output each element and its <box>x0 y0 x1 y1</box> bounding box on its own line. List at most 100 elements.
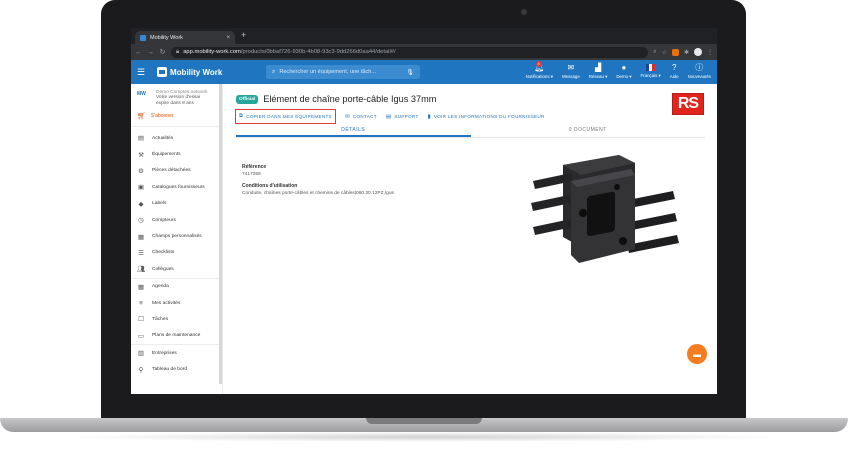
laptop-base <box>0 418 848 451</box>
sidebar-item-checklists[interactable]: ☰ Checklists <box>131 245 222 261</box>
app-logo[interactable]: Mobility Work <box>157 67 222 77</box>
browser-tab[interactable]: Mobility Work × <box>135 31 235 44</box>
info-icon: ⓘ <box>695 63 704 72</box>
sidebar-item-entreprises[interactable]: ▥ Entreprises <box>131 345 222 361</box>
notifications-button[interactable]: 🔔︎ 4 Notifications ▾ <box>526 61 553 80</box>
sidebar-item-catalogues[interactable]: ▣ Catalogues fournisseurs <box>131 179 222 195</box>
message-button[interactable]: ✉︎ Message <box>562 63 580 79</box>
sidebar-item-agenda[interactable]: ▦ Agenda <box>131 279 222 295</box>
trial-text-2: expire dans 8 ans <box>156 101 194 106</box>
counter-icon: ◷ <box>138 217 144 225</box>
microphone-icon[interactable]: 🎙︎ <box>406 69 414 76</box>
chat-bubble-icon: ▬ <box>693 349 701 359</box>
product-tabs: DÉTAILS 0 DOCUMENT <box>236 124 705 138</box>
cart-icon: 🛒︎ <box>137 113 146 120</box>
language-button[interactable]: Français ▾ <box>641 63 661 79</box>
chat-icon: ▤ <box>385 113 392 120</box>
sidebar: MW Demo Comptes network Votre version d'… <box>131 84 223 394</box>
activities-icon: ≡ <box>139 299 143 307</box>
tab-close-icon[interactable]: × <box>226 35 230 41</box>
colleagues-icon: 👥︎ <box>137 266 146 274</box>
profile-avatar[interactable] <box>694 48 702 56</box>
tab-documents[interactable]: 0 DOCUMENT <box>471 124 706 137</box>
equipment-icon: ⚒ <box>138 151 144 159</box>
factory-icon: ▟ <box>595 63 602 72</box>
sidebar-item-tableau[interactable]: ⚲ Tableau de bord <box>131 361 222 377</box>
label-icon: ◆ <box>138 200 144 208</box>
tasks-icon: ☐ <box>138 316 144 324</box>
tab-title: Mobility Work <box>150 34 183 41</box>
url-bar[interactable]: 🔒︎ app.mobility-work.com/products/0bbaf7… <box>171 46 649 58</box>
custom-fields-icon: ▦ <box>137 233 145 241</box>
url-text: app.mobility-work.com/products/0bbaf726-… <box>183 49 396 55</box>
zoom-icon[interactable]: ⌕ <box>653 49 656 56</box>
sidebar-item-compteurs[interactable]: ◷ Compteurs <box>131 212 222 228</box>
help-icon: ? <box>671 63 677 72</box>
product-details: Référence 7417359 Conditions d'utilisati… <box>242 164 462 202</box>
chat-widget-button[interactable]: ▬ <box>687 344 707 364</box>
sidebar-item-taches[interactable]: ☐ Tâches <box>131 311 222 327</box>
sidebar-scrollbar[interactable] <box>219 84 222 384</box>
favicon-icon <box>140 34 146 41</box>
notifications-badge: 4 <box>535 61 542 67</box>
new-tab-button[interactable]: + <box>241 30 246 40</box>
sidebar-item-actualites[interactable]: ▤ Actualités <box>131 130 222 146</box>
user-menu-button[interactable]: ● Demo ▾ <box>616 63 631 80</box>
contact-button[interactable]: ✉︎ CONTACT <box>345 114 377 120</box>
catalog-icon: ▣ <box>137 184 145 192</box>
supplier-info-button[interactable]: ▮ VOIR LES INFORMATIONS DU FOURNISSEUR <box>428 114 545 120</box>
camera-dot <box>521 9 527 15</box>
news-button[interactable]: ⓘ Nouveautés <box>688 63 711 79</box>
news-icon: ▤ <box>137 135 145 143</box>
reference-value: 7417359 <box>242 172 261 177</box>
official-badge: Official <box>236 94 259 104</box>
mobility-work-logo-icon <box>157 67 167 77</box>
parts-icon: ⚙ <box>138 167 144 175</box>
help-button[interactable]: ? Aide <box>670 63 679 79</box>
french-flag-icon <box>646 64 656 71</box>
sidebar-item-collegues[interactable]: 👥︎ Collègues <box>131 261 222 277</box>
sidebar-item-pieces[interactable]: ⚙ Pièces détachées <box>131 163 222 179</box>
puzzle-icon[interactable]: ✱ <box>684 49 689 56</box>
screen: Mobility Work × + ← → ↻ 🔒︎ app.mobility-… <box>131 28 717 394</box>
sidebar-item-plans[interactable]: ▭ Plans de maintenance <box>131 328 222 344</box>
app-header: ☰ Mobility Work ⌕ Rechercher un équipeme… <box>131 60 717 84</box>
lock-icon: 🔒︎ <box>176 48 180 55</box>
extension-icon[interactable] <box>671 48 679 56</box>
company-logo: MW <box>137 91 146 97</box>
maintenance-plan-icon: ▭ <box>137 332 145 340</box>
sidebar-item-champs[interactable]: ▦ Champs personnalisés <box>131 228 222 244</box>
sidebar-item-labels[interactable]: ◆ Labels <box>131 196 222 212</box>
copy-icon: ⧉ <box>239 113 244 119</box>
search-placeholder: Rechercher un équipement, une tâch... <box>279 69 377 75</box>
main-content: Official Elément de chaîne porte-câble I… <box>223 84 717 394</box>
page-title: Elément de chaîne porte-câble Igus 37mm <box>263 94 437 104</box>
conditions-label: Conditions d'utilisation <box>242 183 298 189</box>
search-icon: ⌕ <box>272 68 276 75</box>
tab-details[interactable]: DÉTAILS <box>236 124 471 137</box>
network-button[interactable]: ▟ Réseau ▾ <box>589 63 608 80</box>
back-icon[interactable]: ← <box>135 49 142 56</box>
subscribe-label: S'abonner <box>150 113 174 119</box>
support-button[interactable]: ▤ SUPPORT <box>386 114 419 120</box>
copy-to-equipment-button[interactable]: ⧉ COPIER DANS MES ÉQUIPEMENTS <box>235 109 336 124</box>
hamburger-icon[interactable]: ☰ <box>137 67 149 78</box>
reference-label: Référence <box>242 164 267 170</box>
company-block[interactable]: MW Demo Comptes network Votre version d'… <box>131 84 222 109</box>
search-input[interactable]: ⌕ Rechercher un équipement, une tâch... … <box>266 65 420 79</box>
sidebar-item-equipements[interactable]: ⚒ Équipements <box>131 146 222 162</box>
message-icon: ✉︎ <box>567 63 575 72</box>
sidebar-item-activites[interactable]: ≡ Mes activités <box>131 295 222 311</box>
star-icon[interactable]: ☆ <box>662 49 667 56</box>
reload-icon[interactable]: ↻ <box>159 48 166 56</box>
forward-icon[interactable]: → <box>147 49 154 56</box>
product-image <box>531 155 679 263</box>
browser-tabbar: Mobility Work × + <box>131 28 717 44</box>
kebab-menu-icon[interactable]: ⋮ <box>707 49 713 56</box>
app-logo-text: Mobility Work <box>170 67 223 77</box>
companies-icon: ▥ <box>137 350 145 358</box>
dashboard-icon: ⚲ <box>138 366 144 374</box>
supplier-logo[interactable]: RS <box>672 93 704 115</box>
user-icon: ● <box>621 63 627 72</box>
subscribe-link[interactable]: 🛒︎ S'abonner <box>131 109 222 127</box>
